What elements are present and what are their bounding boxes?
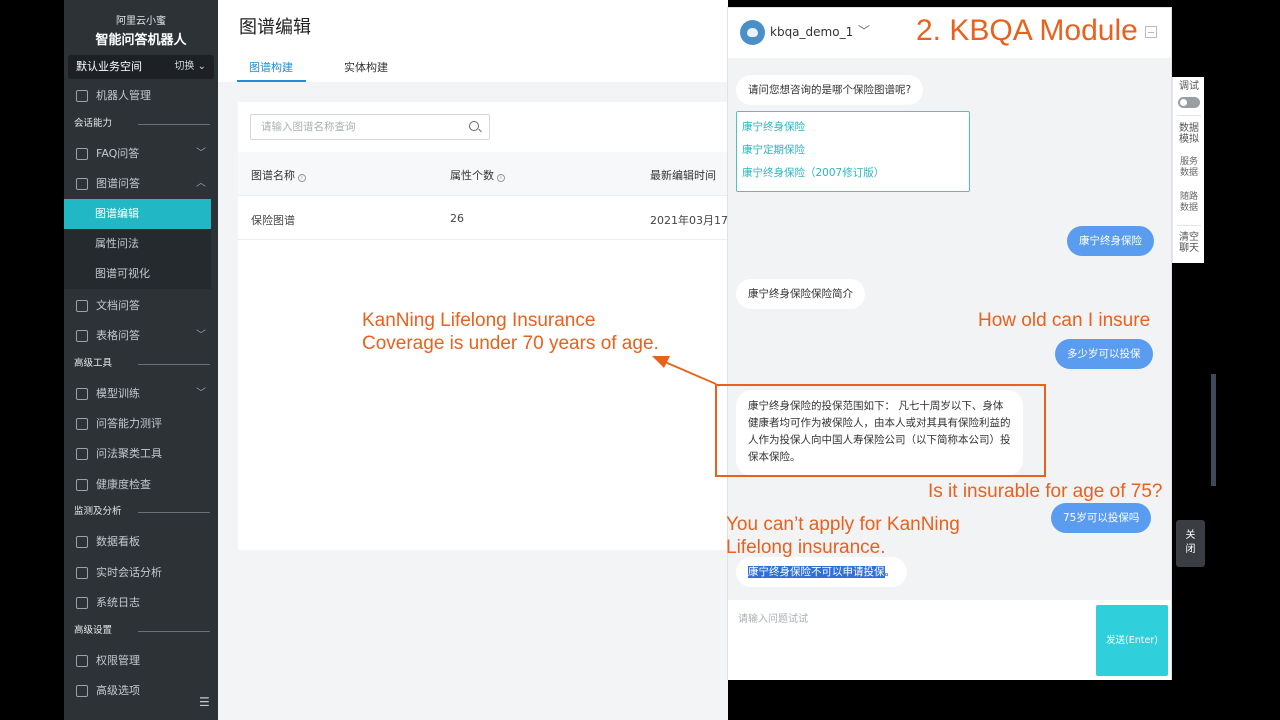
arrow-annotation [652,356,717,385]
answer-annotation: You can’t apply for KanNing Lifelong insu… [726,514,960,558]
age-question-annotation: Is it insurable for age of 75? [928,481,1163,502]
screen: 阿里云小蜜 智能问答机器人 默认业务空间 切换 ⌄ 机器人管理 会话能力 FAQ… [0,0,1280,720]
